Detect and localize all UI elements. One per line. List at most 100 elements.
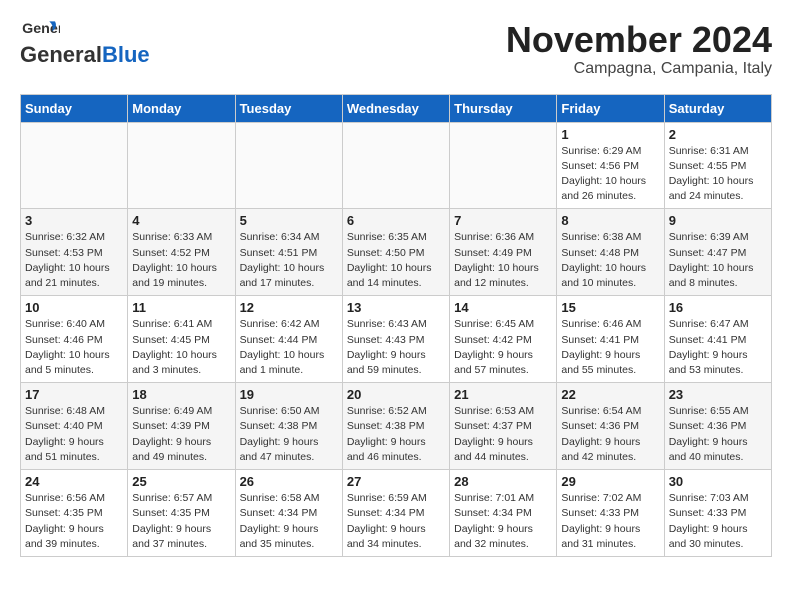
day-number: 3 <box>25 213 123 228</box>
day-number: 25 <box>132 474 230 489</box>
calendar-header-row: SundayMondayTuesdayWednesdayThursdayFrid… <box>21 94 772 122</box>
day-number: 17 <box>25 387 123 402</box>
calendar-day-cell: 9Sunrise: 6:39 AMSunset: 4:47 PMDaylight… <box>664 209 771 296</box>
weekday-header-sunday: Sunday <box>21 94 128 122</box>
day-info: Sunrise: 6:35 AMSunset: 4:50 PMDaylight:… <box>347 230 445 291</box>
day-number: 4 <box>132 213 230 228</box>
day-info: Sunrise: 6:29 AMSunset: 4:56 PMDaylight:… <box>561 144 659 205</box>
calendar-day-cell <box>235 122 342 209</box>
day-info: Sunrise: 6:38 AMSunset: 4:48 PMDaylight:… <box>561 230 659 291</box>
day-info: Sunrise: 6:49 AMSunset: 4:39 PMDaylight:… <box>132 404 230 465</box>
weekday-header-saturday: Saturday <box>664 94 771 122</box>
calendar-day-cell: 18 Sunrise: 6:49 AMSunset: 4:39 PMDayligh… <box>128 383 235 470</box>
day-info: Sunrise: 6:40 AMSunset: 4:46 PMDaylight:… <box>25 317 123 378</box>
calendar-week-row: 1 Sunrise: 6:29 AMSunset: 4:56 PMDaylight… <box>21 122 772 209</box>
day-info: Sunrise: 6:50 AMSunset: 4:38 PMDaylight:… <box>240 404 338 465</box>
day-number: 5 <box>240 213 338 228</box>
day-info: Sunrise: 6:31 AMSunset: 4:55 PMDaylight:… <box>669 144 767 205</box>
calendar-day-cell: 20Sunrise: 6:52 AMSunset: 4:38 PMDayligh… <box>342 383 449 470</box>
day-number: 16 <box>669 300 767 315</box>
weekday-header-friday: Friday <box>557 94 664 122</box>
day-info: Sunrise: 6:53 AMSunset: 4:37 PMDaylight:… <box>454 404 552 465</box>
day-info: Sunrise: 7:02 AMSunset: 4:33 PMDaylight:… <box>561 491 659 552</box>
calendar-day-cell: 16Sunrise: 6:47 AMSunset: 4:41 PMDayligh… <box>664 296 771 383</box>
calendar-day-cell: 14 Sunrise: 6:45 AMSunset: 4:42 PMDayligh… <box>450 296 557 383</box>
page-header: General GeneralBlue November 2024 Campag… <box>20 20 772 78</box>
day-number: 23 <box>669 387 767 402</box>
day-number: 7 <box>454 213 552 228</box>
calendar-day-cell: 8 Sunrise: 6:38 AMSunset: 4:48 PMDaylight… <box>557 209 664 296</box>
calendar-day-cell: 7 Sunrise: 6:36 AMSunset: 4:49 PMDaylight… <box>450 209 557 296</box>
calendar-day-cell: 29 Sunrise: 7:02 AMSunset: 4:33 PMDayligh… <box>557 470 664 557</box>
calendar-day-cell: 26 Sunrise: 6:58 AMSunset: 4:34 PMDayligh… <box>235 470 342 557</box>
calendar-day-cell: 17 Sunrise: 6:48 AMSunset: 4:40 PMDayligh… <box>21 383 128 470</box>
day-info: Sunrise: 6:56 AMSunset: 4:35 PMDaylight:… <box>25 491 123 552</box>
calendar-day-cell: 5Sunrise: 6:34 AMSunset: 4:51 PMDaylight… <box>235 209 342 296</box>
calendar-day-cell: 19 Sunrise: 6:50 AMSunset: 4:38 PMDayligh… <box>235 383 342 470</box>
calendar-week-row: 24Sunrise: 6:56 AMSunset: 4:35 PMDayligh… <box>21 470 772 557</box>
day-number: 19 <box>240 387 338 402</box>
day-info: Sunrise: 6:57 AMSunset: 4:35 PMDaylight:… <box>132 491 230 552</box>
day-info: Sunrise: 6:42 AMSunset: 4:44 PMDaylight:… <box>240 317 338 378</box>
calendar-day-cell: 4 Sunrise: 6:33 AMSunset: 4:52 PMDaylight… <box>128 209 235 296</box>
day-info: Sunrise: 6:46 AMSunset: 4:41 PMDaylight:… <box>561 317 659 378</box>
calendar-table: SundayMondayTuesdayWednesdayThursdayFrid… <box>20 94 772 557</box>
calendar-day-cell: 27Sunrise: 6:59 AMSunset: 4:34 PMDayligh… <box>342 470 449 557</box>
day-info: Sunrise: 6:55 AMSunset: 4:36 PMDaylight:… <box>669 404 767 465</box>
location-subtitle: Campagna, Campania, Italy <box>506 60 772 78</box>
day-info: Sunrise: 6:36 AMSunset: 4:49 PMDaylight:… <box>454 230 552 291</box>
day-number: 27 <box>347 474 445 489</box>
day-number: 30 <box>669 474 767 489</box>
day-number: 29 <box>561 474 659 489</box>
calendar-day-cell: 30Sunrise: 7:03 AMSunset: 4:33 PMDayligh… <box>664 470 771 557</box>
day-info: Sunrise: 6:45 AMSunset: 4:42 PMDaylight:… <box>454 317 552 378</box>
calendar-week-row: 17 Sunrise: 6:48 AMSunset: 4:40 PMDayligh… <box>21 383 772 470</box>
calendar-day-cell: 3 Sunrise: 6:32 AMSunset: 4:53 PMDaylight… <box>21 209 128 296</box>
weekday-header-thursday: Thursday <box>450 94 557 122</box>
day-number: 26 <box>240 474 338 489</box>
calendar-day-cell <box>21 122 128 209</box>
day-info: Sunrise: 6:58 AMSunset: 4:34 PMDaylight:… <box>240 491 338 552</box>
calendar-day-cell: 10 Sunrise: 6:40 AMSunset: 4:46 PMDayligh… <box>21 296 128 383</box>
calendar-day-cell <box>128 122 235 209</box>
title-section: November 2024 Campagna, Campania, Italy <box>506 20 772 78</box>
day-info: Sunrise: 7:01 AMSunset: 4:34 PMDaylight:… <box>454 491 552 552</box>
calendar-day-cell: 25 Sunrise: 6:57 AMSunset: 4:35 PMDayligh… <box>128 470 235 557</box>
calendar-day-cell: 28 Sunrise: 7:01 AMSunset: 4:34 PMDayligh… <box>450 470 557 557</box>
calendar-day-cell: 11 Sunrise: 6:41 AMSunset: 4:45 PMDayligh… <box>128 296 235 383</box>
day-info: Sunrise: 6:41 AMSunset: 4:45 PMDaylight:… <box>132 317 230 378</box>
day-number: 22 <box>561 387 659 402</box>
calendar-day-cell: 24Sunrise: 6:56 AMSunset: 4:35 PMDayligh… <box>21 470 128 557</box>
calendar-day-cell <box>342 122 449 209</box>
calendar-day-cell: 2 Sunrise: 6:31 AMSunset: 4:55 PMDaylight… <box>664 122 771 209</box>
logo: General GeneralBlue <box>20 20 150 68</box>
day-info: Sunrise: 6:33 AMSunset: 4:52 PMDaylight:… <box>132 230 230 291</box>
day-number: 10 <box>25 300 123 315</box>
day-info: Sunrise: 6:43 AMSunset: 4:43 PMDaylight:… <box>347 317 445 378</box>
logo-icon: General <box>20 20 60 40</box>
day-number: 20 <box>347 387 445 402</box>
calendar-day-cell: 21 Sunrise: 6:53 AMSunset: 4:37 PMDayligh… <box>450 383 557 470</box>
calendar-day-cell: 12Sunrise: 6:42 AMSunset: 4:44 PMDayligh… <box>235 296 342 383</box>
month-title: November 2024 <box>506 20 772 60</box>
calendar-week-row: 10 Sunrise: 6:40 AMSunset: 4:46 PMDayligh… <box>21 296 772 383</box>
day-info: Sunrise: 6:32 AMSunset: 4:53 PMDaylight:… <box>25 230 123 291</box>
day-number: 13 <box>347 300 445 315</box>
day-info: Sunrise: 6:54 AMSunset: 4:36 PMDaylight:… <box>561 404 659 465</box>
day-number: 18 <box>132 387 230 402</box>
day-number: 2 <box>669 127 767 142</box>
day-number: 14 <box>454 300 552 315</box>
day-number: 6 <box>347 213 445 228</box>
day-info: Sunrise: 6:39 AMSunset: 4:47 PMDaylight:… <box>669 230 767 291</box>
day-number: 11 <box>132 300 230 315</box>
calendar-day-cell: 22 Sunrise: 6:54 AMSunset: 4:36 PMDayligh… <box>557 383 664 470</box>
day-number: 28 <box>454 474 552 489</box>
calendar-day-cell: 6 Sunrise: 6:35 AMSunset: 4:50 PMDaylight… <box>342 209 449 296</box>
calendar-day-cell: 23 Sunrise: 6:55 AMSunset: 4:36 PMDayligh… <box>664 383 771 470</box>
day-number: 8 <box>561 213 659 228</box>
calendar-day-cell <box>450 122 557 209</box>
day-number: 21 <box>454 387 552 402</box>
logo-blue: Blue <box>102 42 150 68</box>
day-info: Sunrise: 6:48 AMSunset: 4:40 PMDaylight:… <box>25 404 123 465</box>
day-number: 1 <box>561 127 659 142</box>
